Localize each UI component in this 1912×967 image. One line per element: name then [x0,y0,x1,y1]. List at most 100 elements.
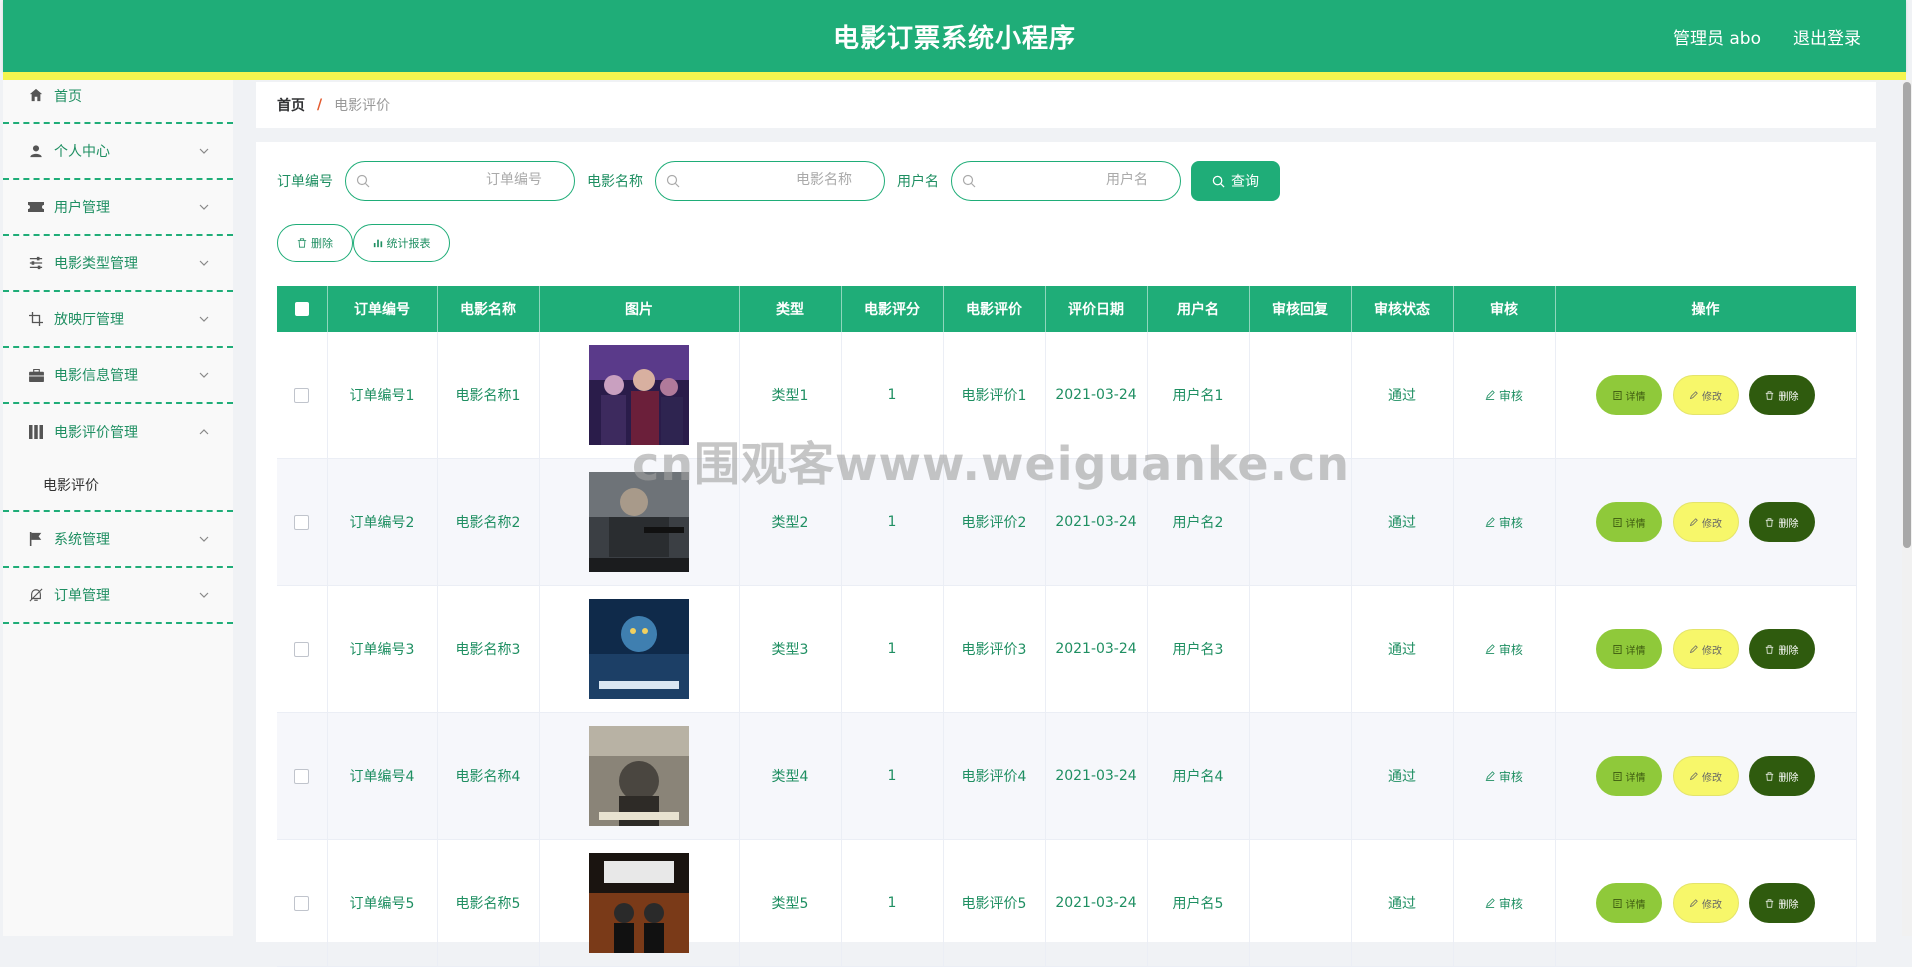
header-user-area: 管理员 abo 退出登录 [1673,24,1861,49]
sidebar-item-hall-management[interactable]: 放映厅管理 [3,292,233,348]
sidebar-item-label: 首页 [54,89,82,105]
edit-button[interactable]: 修改 [1672,756,1739,796]
poster-cell [539,839,740,967]
select-all-header[interactable] [277,286,328,332]
audit-link[interactable]: 审核 [1485,770,1523,784]
delete-button[interactable]: 删除 [1748,883,1815,923]
username-cell: 用户名1 [1147,332,1250,459]
trash-icon [297,238,307,248]
detail-button[interactable]: 详情 [1596,883,1663,923]
sidebar-item-user-management[interactable]: 用户管理 [3,180,233,236]
username-cell: 用户名2 [1147,458,1250,586]
chevron-down-icon [199,592,209,598]
select-all-checkbox[interactable] [294,302,309,316]
row-checkbox[interactable] [294,641,310,657]
movie-name-cell: 电影名称3 [437,585,540,713]
operations-cell: 详情 修改 删除 [1555,458,1857,586]
delete-button[interactable]: 删除 [1748,502,1815,542]
score-cell: 1 [841,839,944,967]
row-checkbox[interactable] [294,768,310,784]
audit-reply-cell [1249,585,1352,713]
briefcase-icon [27,366,45,384]
audit-reply-cell [1249,712,1352,840]
edit-button[interactable]: 修改 [1672,629,1739,669]
username-input[interactable] [986,171,1150,189]
edit-pen-icon [1485,516,1495,527]
order-number-input[interactable] [380,171,544,189]
delete-button[interactable]: 删除 [1748,756,1815,796]
sidebar-item-system-management[interactable]: 系统管理 [3,512,233,568]
sidebar-subitem-movie-review[interactable]: 电影评价 [3,460,233,512]
edit-button[interactable]: 修改 [1672,883,1739,923]
movie-name-input[interactable] [690,171,854,189]
audit-link[interactable]: 审核 [1485,897,1523,911]
edit-pen-icon [1689,644,1698,653]
edit-button-label: 修改 [1702,899,1722,911]
movie-name-label: 电影名称 [587,174,643,190]
detail-button[interactable]: 详情 [1596,502,1663,542]
audit-link-label: 审核 [1498,642,1523,657]
operations-cell: 详情 修改 删除 [1555,712,1857,840]
type-cell: 类型1 [739,332,842,459]
audit-reply-cell [1249,332,1352,459]
review-cell: 电影评价1 [943,332,1046,459]
audit-link[interactable]: 审核 [1485,516,1523,530]
page-scrollbar-thumb[interactable] [1903,82,1911,548]
logout-button[interactable]: 退出登录 [1793,24,1861,49]
breadcrumb-home[interactable]: 首页 [277,95,305,115]
order-number-field [345,161,575,201]
search-icon [1212,175,1225,188]
trash-icon [1766,644,1774,654]
movie-poster-image [589,853,689,953]
detail-button[interactable]: 详情 [1596,756,1663,796]
username-cell: 用户名4 [1147,712,1250,840]
sidebar-item-movie-info-management[interactable]: 电影信息管理 [3,348,233,404]
row-checkbox[interactable] [294,895,310,911]
delete-button[interactable]: 删除 [1748,629,1815,669]
column-header: 图片 [539,286,740,332]
table-header-row: 订单编号 电影名称 图片 类型 电影评分 电影评价 评价日期 用户名 审核回复 … [277,286,1857,332]
breadcrumb: 首页 / 电影评价 [256,82,1876,128]
audit-link-label: 审核 [1498,896,1523,911]
edit-button[interactable]: 修改 [1672,502,1739,542]
sidebar-item-movie-type-management[interactable]: 电影类型管理 [3,236,233,292]
ticket-icon [27,198,45,216]
audit-link[interactable]: 审核 [1485,389,1523,403]
sidebar-item-label: 电影类型管理 [54,256,138,272]
detail-button[interactable]: 详情 [1596,629,1663,669]
bulk-delete-button[interactable]: 删除 [277,224,353,262]
audit-reply-cell [1249,839,1352,967]
audit-link[interactable]: 审核 [1485,643,1523,657]
sidebar-item-home[interactable]: 首页 [3,80,233,124]
movie-name-field [655,161,885,201]
sidebar-item-movie-review-management[interactable]: 电影评价管理 [3,404,233,460]
bulk-delete-label: 删除 [311,237,333,250]
sidebar-item-order-management[interactable]: 订单管理 [3,568,233,624]
edit-pen-icon [1485,897,1495,908]
admin-user-label[interactable]: 管理员 abo [1673,24,1761,49]
user-icon [27,142,45,160]
score-cell: 1 [841,712,944,840]
delete-button[interactable]: 删除 [1748,375,1815,415]
row-checkbox[interactable] [294,514,310,530]
sidebar-item-personal-center[interactable]: 个人中心 [3,124,233,180]
detail-button[interactable]: 详情 [1596,375,1663,415]
table-row: 订单编号3 电影名称3 类型3 1 电影评价3 2021-03-24 用户名3 … [277,585,1857,713]
search-icon [356,174,370,188]
flag-icon [27,530,45,548]
edit-button-label: 修改 [1702,645,1722,657]
type-cell: 类型2 [739,458,842,586]
score-cell: 1 [841,585,944,713]
movie-poster-image [589,345,689,445]
query-button[interactable]: 查询 [1191,161,1280,201]
username-cell: 用户名3 [1147,585,1250,713]
review-cell: 电影评价2 [943,458,1046,586]
movie-poster-image [589,472,689,572]
row-checkbox[interactable] [294,387,310,403]
edit-button[interactable]: 修改 [1672,375,1739,415]
sidebar-item-label: 放映厅管理 [54,312,124,328]
statistics-report-button[interactable]: 统计报表 [353,224,450,262]
review-cell: 电影评价4 [943,712,1046,840]
username-label: 用户名 [897,174,939,190]
operations-cell: 详情 修改 删除 [1555,332,1857,459]
